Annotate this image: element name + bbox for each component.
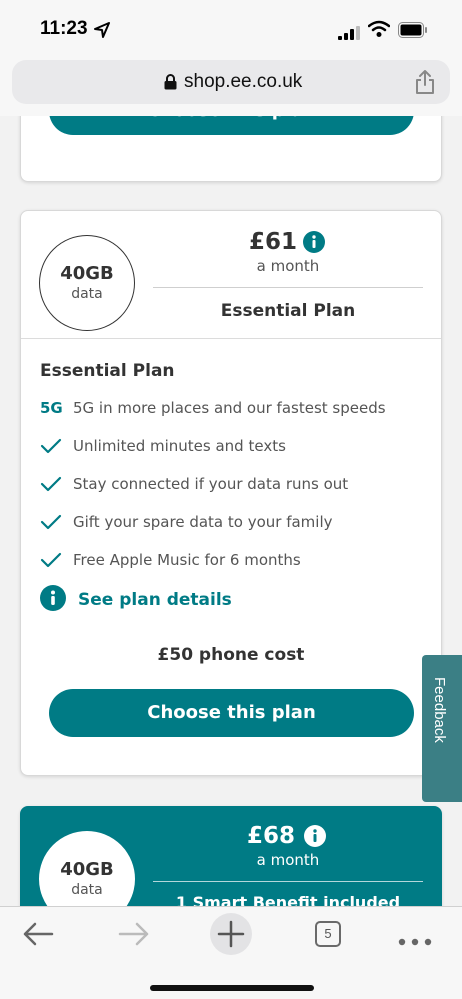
choose-plan-button[interactable]: Choose this plan (49, 689, 414, 737)
check-icon (40, 437, 73, 459)
list-item: Unlimited minutes and texts (40, 437, 430, 475)
forward-arrow-icon[interactable] (118, 921, 150, 951)
list-item: Gift your spare data to your family (40, 513, 430, 551)
tab-switcher-button[interactable]: 5 (315, 921, 341, 947)
check-icon (40, 551, 73, 573)
divider (153, 287, 423, 288)
feature-list: 5G 5G in more places and our fastest spe… (40, 399, 430, 589)
info-icon (40, 585, 66, 615)
choose-plan-button-previous[interactable]: Choose this plan (49, 116, 414, 135)
data-unit: data (71, 882, 103, 898)
location-arrow-icon (94, 22, 110, 42)
divider (153, 881, 423, 882)
feature-text: Free Apple Music for 6 months (73, 551, 301, 569)
list-item: Free Apple Music for 6 months (40, 551, 430, 589)
data-allowance-circle: 40GB data (39, 831, 135, 906)
address-bar[interactable]: shop.ee.co.uk (12, 60, 450, 104)
browser-toolbar: 5 (0, 906, 462, 999)
divider (21, 338, 441, 339)
list-item: 5G 5G in more places and our fastest spe… (40, 399, 430, 437)
wifi-icon (367, 20, 391, 42)
data-amount: 40GB (60, 263, 114, 284)
plan-section-title: Essential Plan (40, 361, 175, 381)
list-item: Stay connected if your data runs out (40, 475, 430, 513)
page-content: Choose this plan 40GB data £61 a month E… (0, 116, 462, 906)
see-plan-details-link[interactable]: See plan details (40, 585, 232, 615)
cellular-signal-icon (338, 25, 360, 44)
price-info-icon[interactable] (304, 825, 326, 851)
feature-text: Stay connected if your data runs out (73, 475, 349, 493)
data-unit: data (71, 286, 103, 302)
monthly-price: £68 (247, 823, 296, 849)
smart-benefit-text: 1 Smart Benefit included (175, 893, 401, 906)
plan-name: Essential Plan (220, 301, 356, 321)
new-tab-plus-icon[interactable] (210, 913, 252, 955)
browser-address-area: shop.ee.co.uk (0, 56, 462, 116)
5g-badge-icon: 5G (40, 399, 63, 417)
see-plan-details-label: See plan details (78, 590, 232, 610)
back-arrow-icon[interactable] (22, 921, 54, 951)
share-icon[interactable] (414, 69, 436, 99)
feedback-label: Feedback (431, 677, 448, 743)
price-info-icon[interactable] (303, 231, 325, 257)
next-plan-card: 40GB data £68 a month 1 Smart Benefit in… (20, 806, 442, 906)
previous-plan-card: Choose this plan (20, 116, 442, 182)
check-icon (40, 475, 73, 497)
feature-text: Unlimited minutes and texts (73, 437, 286, 455)
monthly-price: £61 (249, 229, 298, 255)
check-icon (40, 513, 73, 535)
more-menu-icon[interactable] (398, 931, 432, 950)
url-text: shop.ee.co.uk (184, 71, 303, 92)
status-bar: 11:23 (0, 0, 462, 56)
lock-icon (164, 74, 177, 94)
battery-icon (398, 22, 428, 42)
feedback-tab[interactable]: Feedback (422, 655, 462, 802)
phone-cost: £50 phone cost (157, 645, 305, 665)
price-period: a month (256, 257, 320, 275)
essential-plan-card: 40GB data £61 a month Essential Plan Ess… (20, 210, 442, 776)
home-indicator (150, 985, 314, 991)
feature-text: 5G in more places and our fastest speeds (73, 399, 386, 417)
feature-text: Gift your spare data to your family (73, 513, 333, 531)
data-amount: 40GB (60, 859, 114, 880)
price-period: a month (256, 851, 320, 869)
data-allowance-circle: 40GB data (39, 235, 135, 331)
clock: 11:23 (40, 18, 88, 39)
